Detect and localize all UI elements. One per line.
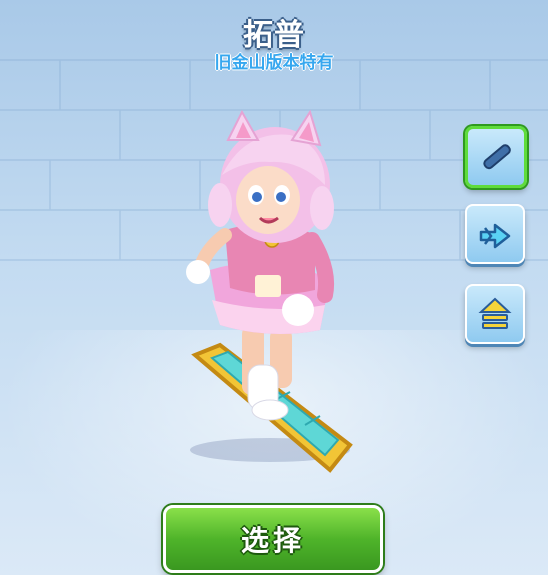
select-button-label: 选择 — [240, 524, 305, 557]
edition-note: 旧金山版本特有 — [214, 53, 334, 73]
hoverboard-slot-button[interactable] — [465, 126, 527, 188]
dash-powerup-button[interactable] — [465, 204, 525, 264]
select-button[interactable]: 选择 — [163, 505, 383, 573]
dash-arrow-icon — [479, 223, 511, 249]
hoverboard-icon — [483, 144, 511, 170]
level-up-icon — [478, 297, 512, 329]
level-up-button[interactable] — [465, 284, 525, 344]
character-on-hoverboard — [186, 109, 353, 473]
